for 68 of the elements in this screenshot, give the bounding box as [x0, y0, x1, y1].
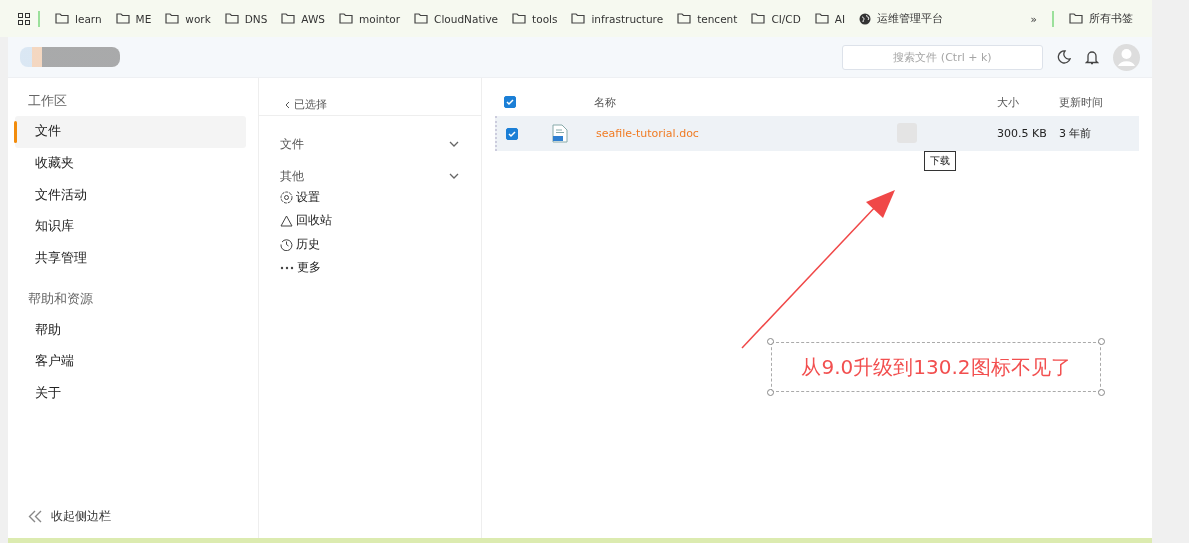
sidebar-item[interactable]: 知识库: [15, 211, 246, 243]
back-chevron-icon[interactable]: [285, 101, 290, 109]
bookmark[interactable]: ME: [108, 5, 159, 32]
column-header: 名称: [594, 94, 617, 110]
nav-item[interactable]: 回收站: [259, 209, 481, 233]
folder-icon: [414, 13, 429, 24]
folder-icon: [224, 13, 239, 24]
group-header[interactable]: 文件: [259, 134, 481, 154]
folder-icon: [281, 13, 296, 24]
column-header: 大小: [997, 94, 1020, 110]
bookmark[interactable]: CI/CD: [744, 5, 808, 32]
nav-item[interactable]: 设置: [259, 186, 481, 210]
bookmark[interactable]: CloudNative: [407, 5, 506, 32]
section-title: 工作区: [27, 91, 68, 110]
bookmarks-overflow[interactable]: »: [1023, 5, 1044, 32]
bookmark[interactable]: AWS: [274, 5, 332, 32]
select-all-checkbox[interactable]: [504, 96, 516, 108]
folder-icon: [512, 13, 527, 24]
folder-icon: [115, 13, 130, 24]
group-header[interactable]: 其他: [259, 166, 481, 186]
folder-icon: [677, 13, 692, 24]
folder-icon: [165, 13, 180, 24]
row-checkbox[interactable]: [506, 127, 518, 140]
table-cell-text: 300.5 KB: [997, 127, 1048, 140]
document-icon: [552, 124, 568, 143]
apps-grid-icon[interactable]: [18, 12, 30, 25]
history-icon: [280, 237, 293, 251]
sidebar-item[interactable]: 客户端: [15, 346, 246, 378]
column-header: 更新时间: [1059, 94, 1104, 110]
bookmark[interactable]: AI: [807, 5, 853, 32]
bookmark[interactable]: DNS: [217, 5, 275, 32]
bookmark[interactable]: 所有书签: [1062, 5, 1140, 32]
bookmark[interactable]: 运维管理平台: [852, 5, 951, 32]
double-chevron-icon: [28, 510, 43, 523]
sidebar-item[interactable]: 共享管理: [15, 242, 246, 275]
folder-icon: [751, 13, 766, 24]
sidebar-item[interactable]: 文件: [15, 116, 246, 148]
folder-icon: [571, 13, 586, 24]
section-title: 帮助和资源: [27, 289, 94, 308]
sidebar-item[interactable]: 关于: [15, 377, 246, 410]
folder-icon: [339, 13, 353, 24]
chevron-down-icon: [449, 141, 459, 147]
bookmark[interactable]: tencent: [670, 5, 745, 32]
folder-icon: [1069, 13, 1083, 24]
settings-icon: [280, 191, 293, 205]
more-icon: [280, 265, 294, 270]
collapse-sidebar-link[interactable]: 收起侧边栏: [8, 509, 246, 524]
bookmark[interactable]: mointor: [332, 5, 408, 32]
breadcrumb: 已选择: [294, 97, 327, 112]
sidebar-item[interactable]: 帮助: [15, 314, 246, 347]
table-cell-text: 3 年前: [1059, 126, 1093, 141]
bookmark[interactable]: infrastructure: [564, 5, 671, 32]
globe-icon: [859, 12, 872, 25]
folder-icon: [55, 13, 69, 24]
nav-item[interactable]: 更多: [259, 255, 481, 280]
folder-icon: [814, 13, 829, 24]
nav-item[interactable]: 历史: [259, 232, 481, 256]
bookmark[interactable]: work: [158, 5, 218, 32]
moon-icon[interactable]: [1057, 50, 1071, 64]
chevron-down-icon: [449, 173, 459, 179]
bookmark[interactable]: learn: [48, 5, 109, 32]
tooltip: 下载: [924, 151, 956, 171]
sidebar-item[interactable]: 收藏夹: [15, 147, 246, 180]
sidebar-item[interactable]: 文件活动: [15, 179, 246, 212]
search-field[interactable]: 搜索文件 (Ctrl + k): [842, 44, 1043, 70]
recycle-icon: [280, 214, 293, 227]
bell-icon[interactable]: [1085, 49, 1099, 65]
bookmark[interactable]: tools: [505, 5, 565, 32]
